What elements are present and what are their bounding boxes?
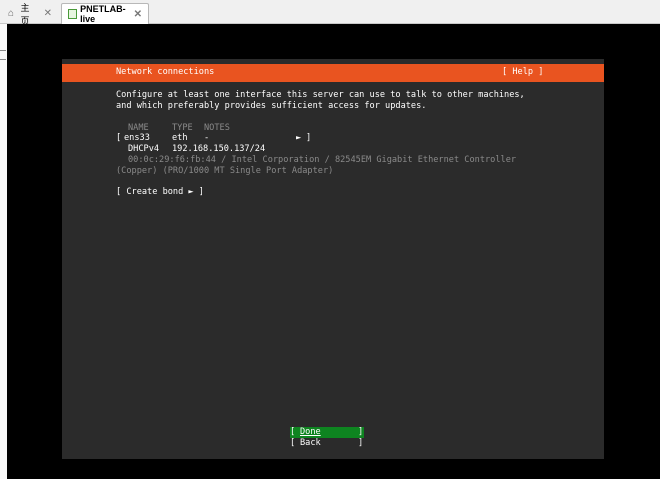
screen-title: Network connections — [116, 67, 215, 77]
column-header-notes: NOTES — [204, 123, 230, 133]
vm-console[interactable]: Network connections [ Help ] Configure a… — [7, 24, 660, 479]
intro-text-line-1: Configure at least one interface this se… — [116, 90, 525, 100]
installer-screen: Network connections [ Help ] Configure a… — [62, 59, 604, 459]
host-window-edge — [0, 24, 7, 479]
dhcp-label: DHCPv4 — [128, 144, 160, 154]
host-edge-marker — [0, 50, 6, 60]
screen-title-bar: Network connections [ Help ] — [62, 64, 604, 82]
intro-text-line-2: and which preferably provides sufficient… — [116, 101, 427, 111]
back-button-label: Back — [300, 438, 321, 448]
column-header-type: TYPE — [172, 123, 193, 133]
back-bracket-close: ] — [358, 438, 364, 448]
interface-row-bracket-close[interactable]: ] — [306, 133, 311, 143]
tab-home-label: 主页 — [20, 2, 30, 26]
tab-pnetlab-live-label: PNETLAB-live — [80, 4, 126, 24]
interface-type[interactable]: eth — [172, 133, 188, 143]
interface-name[interactable]: ens33 — [124, 133, 150, 143]
interface-menu-arrow-icon[interactable]: ► — [296, 133, 301, 143]
tab-pnetlab-live[interactable]: PNETLAB-live ✕ — [61, 3, 149, 24]
done-bracket-open: [ — [290, 427, 296, 437]
vm-icon — [68, 9, 78, 19]
done-button-label: Done — [300, 427, 321, 437]
tab-pnetlab-live-close-icon[interactable]: ✕ — [134, 9, 142, 20]
done-button[interactable]: [ Done ] — [290, 427, 364, 438]
interface-notes[interactable]: - — [204, 133, 209, 143]
dhcp-address: 192.168.150.137/24 — [172, 144, 266, 154]
tab-home-close-icon[interactable]: ✕ — [44, 8, 52, 19]
hardware-info-line-1: 00:0c:29:f6:fb:44 / Intel Corporation / … — [128, 155, 517, 165]
home-icon: ⌂ — [8, 7, 15, 19]
hardware-info-line-2: (Copper) (PRO/1000 MT Single Port Adapte… — [116, 166, 334, 176]
back-button[interactable]: [ Back ] — [290, 438, 364, 449]
back-bracket-open: [ — [290, 438, 296, 448]
column-header-name: NAME — [128, 123, 149, 133]
create-bond-button[interactable]: [ Create bond ► ] — [116, 187, 204, 197]
interface-row-bracket-open[interactable]: [ — [116, 133, 121, 143]
browser-tab-bar: ⌂ 主页 ✕ PNETLAB-live ✕ — [0, 0, 660, 26]
tab-home[interactable]: ⌂ 主页 ✕ — [2, 2, 58, 26]
help-button[interactable]: [ Help ] — [502, 67, 543, 77]
done-bracket-close: ] — [358, 427, 364, 437]
